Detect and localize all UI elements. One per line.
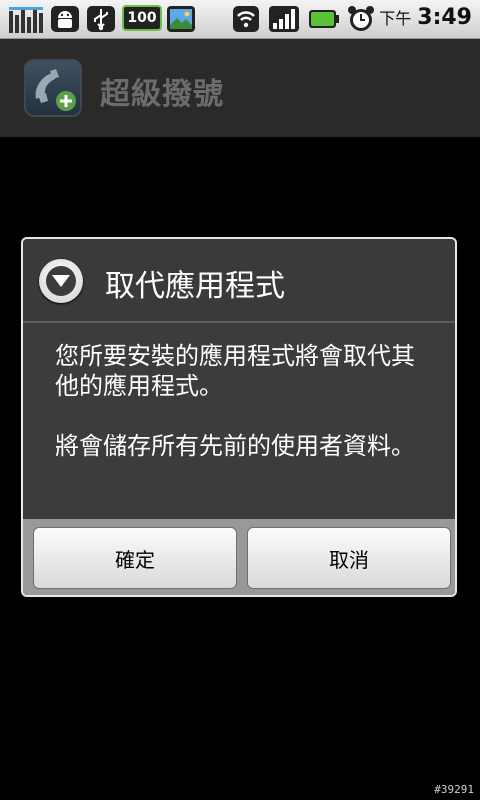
ok-button[interactable]: 確定: [33, 527, 237, 589]
android-icon: [51, 6, 79, 32]
status-bar: 100 下午 3:49: [0, 0, 480, 39]
gallery-icon: [167, 6, 195, 32]
phone-add-icon: [24, 59, 82, 117]
battery-100-icon: 100: [122, 5, 162, 31]
down-arrow-circle-icon: [39, 259, 83, 303]
status-ampm: 下午: [379, 9, 412, 28]
dialog-header: 取代應用程式: [23, 239, 455, 323]
battery-icon: [309, 10, 339, 28]
dialog-title: 取代應用程式: [105, 269, 285, 304]
cell-signal-icon: [269, 6, 299, 32]
signal-bars-icon: [9, 7, 43, 33]
status-clock: 下午 3:49: [379, 5, 472, 33]
cancel-button[interactable]: 取消: [247, 527, 451, 589]
replace-app-dialog: 取代應用程式 您所要安裝的應用程式將會取代其他的應用程式。 將會儲存所有先前的使…: [21, 237, 457, 597]
watermark: #39291: [434, 783, 474, 796]
dialog-message: 您所要安裝的應用程式將會取代其他的應用程式。 將會儲存所有先前的使用者資料。: [23, 323, 455, 519]
alarm-icon: [348, 6, 374, 31]
dialog-message-line-2: 將會儲存所有先前的使用者資料。: [55, 432, 415, 460]
dialog-message-line-1: 您所要安裝的應用程式將會取代其他的應用程式。: [55, 342, 415, 400]
battery-level-label: 100: [127, 10, 157, 26]
app-title: 超級撥號: [100, 77, 224, 112]
dialog-button-bar: 確定 取消: [23, 519, 455, 595]
app-title-bar: 超級撥號: [0, 39, 480, 137]
wifi-icon: [233, 6, 259, 32]
usb-icon: [87, 6, 115, 32]
status-time: 3:49: [417, 5, 472, 30]
